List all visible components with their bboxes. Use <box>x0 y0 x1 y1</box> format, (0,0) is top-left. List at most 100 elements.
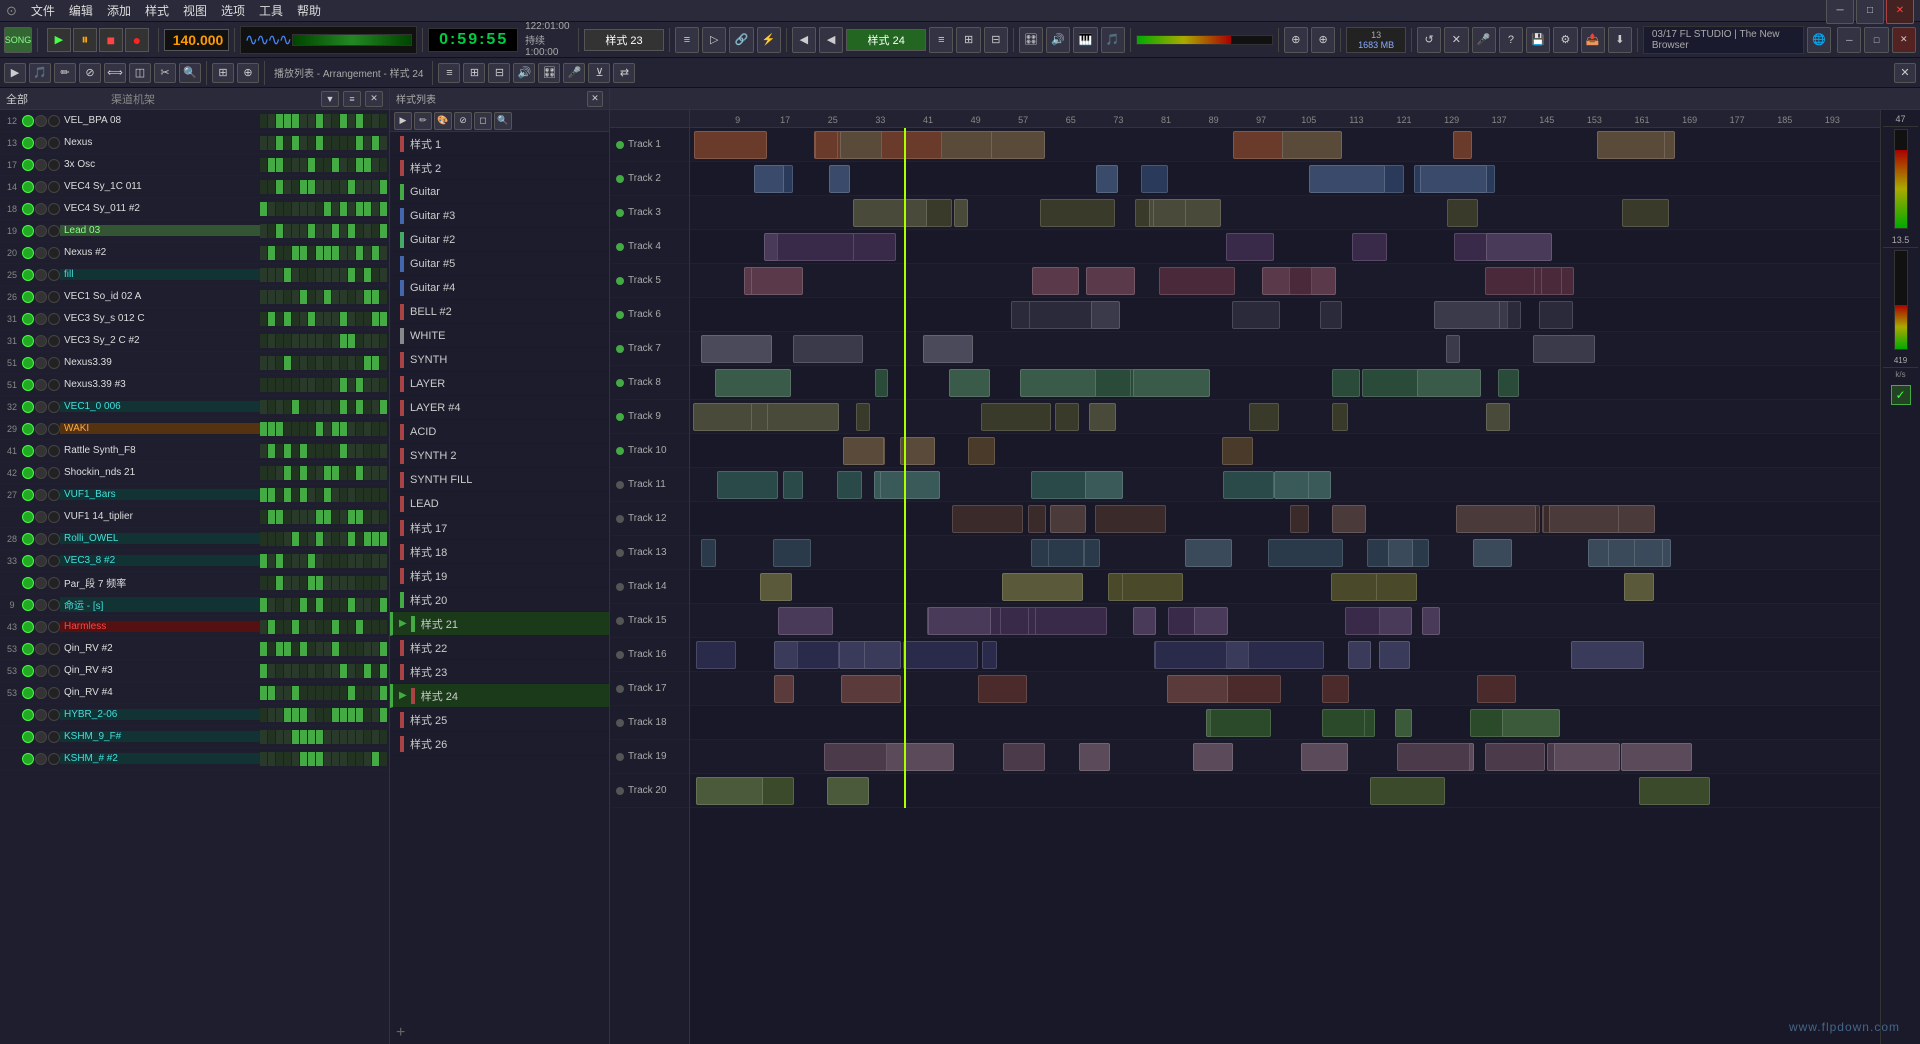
track-block[interactable] <box>1507 301 1521 329</box>
ch-pad[interactable] <box>348 444 355 458</box>
track-block[interactable] <box>1621 743 1692 771</box>
ch-pad[interactable] <box>276 620 283 634</box>
mixer-btn6[interactable]: ◀ <box>819 27 843 53</box>
ch-pad[interactable] <box>300 356 307 370</box>
ch-pad[interactable] <box>316 224 323 238</box>
ch-pad[interactable] <box>308 180 315 194</box>
ch-pad[interactable] <box>276 466 283 480</box>
ch-pad[interactable] <box>356 444 363 458</box>
pattern-item[interactable]: 样式 20 <box>390 588 609 612</box>
track-block[interactable] <box>1309 165 1385 193</box>
ch-pad[interactable] <box>372 598 379 612</box>
track-block[interactable] <box>1322 675 1350 703</box>
track-block[interactable] <box>968 437 995 465</box>
ch-pad[interactable] <box>356 532 363 546</box>
pl-paint-btn[interactable]: 🎨 <box>434 112 452 130</box>
ch-btn-mute[interactable] <box>35 379 47 391</box>
track-block[interactable] <box>1322 709 1365 737</box>
ch-pad[interactable] <box>260 708 267 722</box>
ch-pad[interactable] <box>284 180 291 194</box>
timeline-container[interactable]: 9172533414957657381899710511312112913714… <box>690 110 1880 1044</box>
track-block[interactable] <box>1050 505 1086 533</box>
track-block[interactable] <box>1153 199 1186 227</box>
track-block[interactable] <box>1352 233 1387 261</box>
song-mode-btn[interactable]: SONG <box>4 27 32 53</box>
mixer-btn2[interactable]: ▷ <box>702 27 726 53</box>
ch-pad[interactable] <box>268 444 275 458</box>
ch-pad[interactable] <box>340 158 347 172</box>
ch-pad[interactable] <box>372 136 379 150</box>
track-block[interactable] <box>1345 607 1380 635</box>
t2-btn1[interactable]: ▶ <box>4 63 26 83</box>
ch-btn-solo[interactable] <box>48 137 60 149</box>
ch-btn-solo[interactable] <box>48 467 60 479</box>
ch-pad[interactable] <box>348 378 355 392</box>
ch-btn-green[interactable] <box>22 357 34 369</box>
ch-pad[interactable] <box>380 422 387 436</box>
ch-pad[interactable] <box>332 444 339 458</box>
play-button[interactable]: ▶ <box>47 28 71 52</box>
ch-pad[interactable] <box>364 136 371 150</box>
ch-pad[interactable] <box>348 356 355 370</box>
track-row[interactable] <box>690 196 1880 230</box>
ch-pad[interactable] <box>292 620 299 634</box>
ch-pad[interactable] <box>364 642 371 656</box>
menu-style[interactable]: 样式 <box>139 0 175 21</box>
ch-pad[interactable] <box>284 334 291 348</box>
ch-pad[interactable] <box>340 510 347 524</box>
ch-pad[interactable] <box>348 510 355 524</box>
track-block[interactable] <box>793 335 863 363</box>
ch-pad[interactable] <box>364 576 371 590</box>
track-block[interactable] <box>1048 539 1085 567</box>
ch-btn-solo[interactable] <box>48 401 60 413</box>
ch-pad[interactable] <box>308 356 315 370</box>
track-block[interactable] <box>1268 539 1343 567</box>
track-block[interactable] <box>701 539 716 567</box>
pattern-item[interactable]: Guitar <box>390 180 609 204</box>
t2-btn10[interactable]: ⊞ <box>463 63 485 83</box>
channel-row[interactable]: 51 Nexus3.39 #3 <box>0 374 389 396</box>
ch-pad[interactable] <box>356 708 363 722</box>
ch-pad[interactable] <box>356 664 363 678</box>
track-block[interactable] <box>1485 267 1535 295</box>
ch-btn-mute[interactable] <box>35 335 47 347</box>
ch-pad[interactable] <box>380 598 387 612</box>
ch-btn-solo[interactable] <box>48 643 60 655</box>
ch-pad[interactable] <box>364 488 371 502</box>
pattern-right-display[interactable]: 样式 24 <box>846 29 926 51</box>
ch-pad[interactable] <box>284 422 291 436</box>
ch-btn-mute[interactable] <box>35 577 47 589</box>
ch-btn-mute[interactable] <box>35 709 47 721</box>
ch-btn-mute[interactable] <box>35 423 47 435</box>
track-block[interactable] <box>837 471 862 499</box>
ch-pad[interactable] <box>364 532 371 546</box>
pause-button[interactable]: ⏸ <box>73 28 97 52</box>
ch-pad[interactable] <box>308 202 315 216</box>
channel-row[interactable]: 53 Qin_RV #2 <box>0 638 389 660</box>
ch-pad[interactable] <box>284 378 291 392</box>
ch-pad[interactable] <box>300 136 307 150</box>
track-row[interactable] <box>690 604 1880 638</box>
ch-pad[interactable] <box>332 312 339 326</box>
channel-row[interactable]: 9 命运 - [s] <box>0 594 389 616</box>
ch-pad[interactable] <box>284 202 291 216</box>
ch-pad[interactable] <box>276 554 283 568</box>
track-block[interactable] <box>1282 131 1342 159</box>
ch-pad[interactable] <box>332 576 339 590</box>
track-row[interactable] <box>690 502 1880 536</box>
ch-pad[interactable] <box>260 642 267 656</box>
ch-pad[interactable] <box>364 686 371 700</box>
ch-pad[interactable] <box>260 356 267 370</box>
ch-pad[interactable] <box>348 136 355 150</box>
ch-pad[interactable] <box>308 378 315 392</box>
t2-btn11[interactable]: ⊟ <box>488 63 510 83</box>
ch-pad[interactable] <box>372 400 379 414</box>
ch-pad[interactable] <box>372 488 379 502</box>
channel-row[interactable]: 18 VEC4 Sy_011 #2 <box>0 198 389 220</box>
pattern-item[interactable]: 样式 25 <box>390 708 609 732</box>
ch-pad[interactable] <box>260 114 267 128</box>
track-block[interactable] <box>991 131 1045 159</box>
ch-pad[interactable] <box>348 290 355 304</box>
ch-pad[interactable] <box>276 422 283 436</box>
ch-pad[interactable] <box>300 752 307 766</box>
